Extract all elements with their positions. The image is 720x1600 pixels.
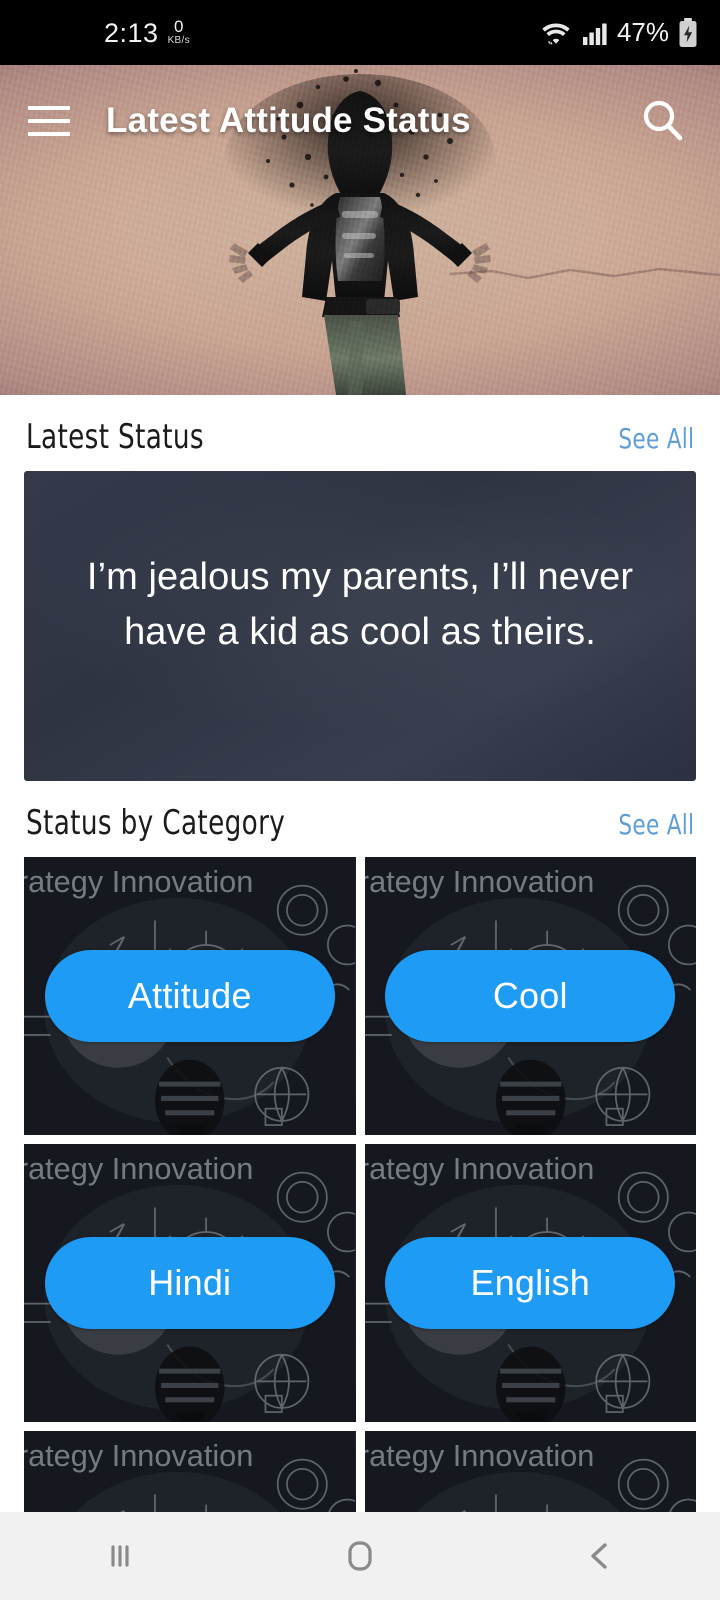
latest-status-title: Latest Status [26,417,204,457]
chalk-text: rategy Innovation [24,1151,253,1186]
category-tile[interactable]: rategy Innovation [24,1431,356,1519]
category-tile[interactable]: rategy Innovation [364,1431,696,1519]
network-speed-indicator: 0 KB/s [168,18,190,47]
chalk-text: rategy Innovation [365,1151,594,1186]
app-bar: Latest Attitude Status [0,65,720,177]
network-speed-unit: KB/s [167,35,190,46]
chalk-text: rategy Innovation [365,1438,594,1473]
search-icon[interactable] [634,92,692,150]
network-speed-value: 0 [173,17,184,36]
chalk-text: rategy Innovation [24,1438,253,1473]
category-pill-button[interactable]: Hindi [44,1237,335,1329]
status-bar-left: 2:13 0 KB/s [0,18,190,47]
wifi-icon [539,19,573,47]
recents-icon[interactable] [65,1523,175,1589]
latest-status-see-all-link[interactable]: See All [618,422,694,455]
wall-crack-detail [450,267,720,280]
battery-charging-icon [678,17,698,48]
category-tile[interactable]: rategy Innovation [364,1144,696,1422]
chalkboard-art: rategy Innovation [24,1431,356,1519]
category-see-all-link[interactable]: See All [618,808,694,841]
status-bar-right: 47% [539,17,698,48]
latest-status-section-header: Latest Status See All [0,395,720,471]
chalk-text: rategy Innovation [365,864,594,899]
cellular-signal-icon [582,20,608,46]
clock: 2:13 [104,18,159,48]
hero-banner: Latest Attitude Status [0,65,720,395]
battery-percent-label: 47% [616,17,669,47]
app-screen: 2:13 0 KB/s 47% Latest Attitude Status L… [0,0,720,1600]
hamburger-menu-icon[interactable] [28,93,84,149]
status-bar: 2:13 0 KB/s 47% [0,0,720,65]
category-pill-button[interactable]: Attitude [44,950,335,1042]
latest-status-card[interactable]: I’m jealous my parents, I’ll never have … [24,471,696,781]
category-section-title: Status by Category [26,803,286,843]
chalk-text: rategy Innovation [24,864,253,899]
category-tile[interactable]: rategy Innovation [24,1144,356,1422]
category-pill-button[interactable]: English [385,1237,676,1329]
category-pill-button[interactable]: Cool [385,950,676,1042]
home-icon[interactable] [305,1523,415,1589]
page-title: Latest Attitude Status [106,101,471,140]
category-grid: rategy Innovation Attitude rategy Innova… [0,857,720,1519]
latest-status-text: I’m jealous my parents, I’ll never have … [86,555,634,653]
android-navigation-bar [0,1512,720,1600]
category-tile[interactable]: rategy Innovation [24,857,356,1135]
category-tile[interactable]: rategy Innovation [364,857,696,1135]
chalkboard-art: rategy Innovation [364,1431,696,1519]
category-section-header: Status by Category See All [0,781,720,857]
back-icon[interactable] [545,1523,655,1589]
